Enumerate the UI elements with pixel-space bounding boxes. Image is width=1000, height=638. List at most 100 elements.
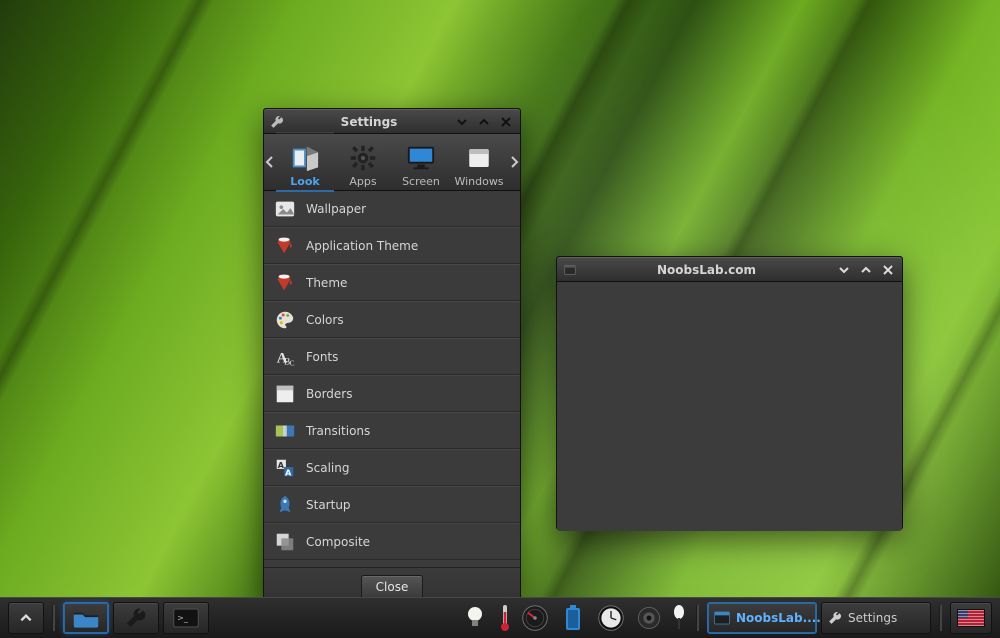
close-icon[interactable] bbox=[880, 262, 896, 278]
svg-text:>_: >_ bbox=[177, 612, 189, 622]
clock-icon bbox=[597, 604, 625, 632]
bulb-icon bbox=[465, 605, 485, 631]
scaling-icon: AA bbox=[274, 457, 296, 479]
browser-title: NoobsLab.com bbox=[583, 263, 830, 277]
taskbar: >_ NoobsLab.... Settings bbox=[0, 597, 1000, 638]
tray-temperature[interactable] bbox=[496, 603, 514, 633]
taskbar-separator bbox=[52, 605, 55, 631]
taskbar-separator bbox=[939, 605, 942, 631]
tray-cpu[interactable] bbox=[518, 603, 552, 633]
start-button[interactable] bbox=[8, 602, 44, 634]
tab-label: Windows bbox=[454, 175, 503, 188]
wrench-icon bbox=[828, 611, 842, 625]
look-icon bbox=[290, 143, 320, 173]
composite-icon bbox=[274, 531, 296, 553]
paint-bucket-icon bbox=[274, 235, 296, 257]
tray-battery[interactable] bbox=[556, 603, 590, 633]
speaker-icon bbox=[636, 605, 662, 631]
launcher-files[interactable] bbox=[63, 602, 109, 634]
chevron-up-icon bbox=[19, 611, 33, 625]
list-item-borders[interactable]: Borders bbox=[264, 375, 520, 412]
list-item-label: Wallpaper bbox=[306, 202, 366, 216]
launcher-terminal[interactable]: >_ bbox=[163, 602, 209, 634]
maximize-icon[interactable] bbox=[476, 114, 492, 130]
tab-apps[interactable]: Apps bbox=[334, 132, 392, 192]
task-label: NoobsLab.... bbox=[736, 611, 821, 625]
thermometer-icon bbox=[500, 604, 510, 632]
tab-windows[interactable]: Windows bbox=[450, 132, 508, 192]
list-item-application-theme[interactable]: Application Theme bbox=[264, 227, 520, 264]
svg-text:A: A bbox=[285, 467, 292, 477]
gauge-icon bbox=[521, 604, 549, 632]
battery-icon bbox=[563, 604, 583, 632]
tab-look[interactable]: Look bbox=[276, 132, 334, 192]
terminal-icon: >_ bbox=[173, 608, 199, 628]
list-item-label: Borders bbox=[306, 387, 352, 401]
settings-title: Settings bbox=[290, 115, 448, 129]
browser-body bbox=[557, 282, 902, 531]
tray-bulb[interactable] bbox=[458, 603, 492, 633]
list-item-fonts[interactable]: ABC Fonts bbox=[264, 338, 520, 375]
list-item-transitions[interactable]: Transitions bbox=[264, 412, 520, 449]
tray-indicator[interactable] bbox=[670, 603, 688, 633]
list-item-label: Theme bbox=[306, 276, 347, 290]
palette-icon bbox=[274, 309, 296, 331]
folder-icon bbox=[72, 607, 100, 629]
window-icon bbox=[714, 611, 730, 625]
close-button[interactable]: Close bbox=[361, 575, 424, 599]
list-item-label: Composite bbox=[306, 535, 370, 549]
wallpaper-icon bbox=[274, 198, 296, 220]
tray-volume[interactable] bbox=[632, 603, 666, 633]
tab-label: Apps bbox=[349, 175, 376, 188]
flag-us-icon bbox=[957, 609, 985, 627]
launcher-settings[interactable] bbox=[113, 602, 159, 634]
task-settings[interactable]: Settings bbox=[821, 602, 931, 634]
borders-icon bbox=[274, 383, 296, 405]
list-item-label: Colors bbox=[306, 313, 344, 327]
transitions-icon bbox=[274, 420, 296, 442]
list-item-colors[interactable]: Colors bbox=[264, 301, 520, 338]
settings-window: Settings Look bbox=[263, 108, 521, 603]
list-item-composite[interactable]: Composite bbox=[264, 523, 520, 560]
gear-icon bbox=[348, 143, 378, 173]
list-item-scaling[interactable]: AA Scaling bbox=[264, 449, 520, 486]
pin-icon bbox=[673, 605, 685, 631]
tray-clock[interactable] bbox=[594, 603, 628, 633]
minimize-icon[interactable] bbox=[836, 262, 852, 278]
minimize-icon[interactable] bbox=[454, 114, 470, 130]
tab-screen[interactable]: Screen bbox=[392, 132, 450, 192]
tray-keyboard-layout[interactable] bbox=[950, 602, 992, 634]
svg-text:C: C bbox=[290, 358, 295, 367]
window-icon bbox=[464, 143, 494, 173]
tabs-prev-icon[interactable] bbox=[264, 134, 276, 190]
settings-list: Wallpaper Application Theme Theme Colors… bbox=[264, 191, 520, 567]
svg-text:A: A bbox=[278, 460, 285, 470]
list-item-label: Transitions bbox=[306, 424, 370, 438]
tab-label: Screen bbox=[402, 175, 440, 188]
close-icon[interactable] bbox=[498, 114, 514, 130]
list-item-wallpaper[interactable]: Wallpaper bbox=[264, 191, 520, 227]
list-item-label: Scaling bbox=[306, 461, 349, 475]
list-item-label: Application Theme bbox=[306, 239, 418, 253]
settings-titlebar[interactable]: Settings bbox=[264, 109, 520, 134]
list-item-theme[interactable]: Theme bbox=[264, 264, 520, 301]
list-item-label: Fonts bbox=[306, 350, 338, 364]
task-noobslab[interactable]: NoobsLab.... bbox=[707, 602, 817, 634]
tabs-next-icon[interactable] bbox=[508, 134, 520, 190]
paint-bucket-icon bbox=[274, 272, 296, 294]
fonts-icon: ABC bbox=[274, 346, 296, 368]
list-item-startup[interactable]: Startup bbox=[264, 486, 520, 523]
task-label: Settings bbox=[848, 611, 897, 625]
browser-titlebar[interactable]: NoobsLab.com bbox=[557, 257, 902, 282]
maximize-icon[interactable] bbox=[858, 262, 874, 278]
taskbar-separator bbox=[696, 605, 699, 631]
wrench-icon bbox=[125, 607, 147, 629]
window-icon bbox=[563, 263, 577, 277]
monitor-icon bbox=[406, 143, 436, 173]
settings-tabstrip: Look Apps Screen Windows bbox=[264, 134, 520, 191]
startup-icon bbox=[274, 494, 296, 516]
list-item-label: Startup bbox=[306, 498, 351, 512]
browser-window: NoobsLab.com bbox=[556, 256, 903, 530]
wrench-icon bbox=[270, 115, 284, 129]
tab-label: Look bbox=[290, 175, 319, 188]
